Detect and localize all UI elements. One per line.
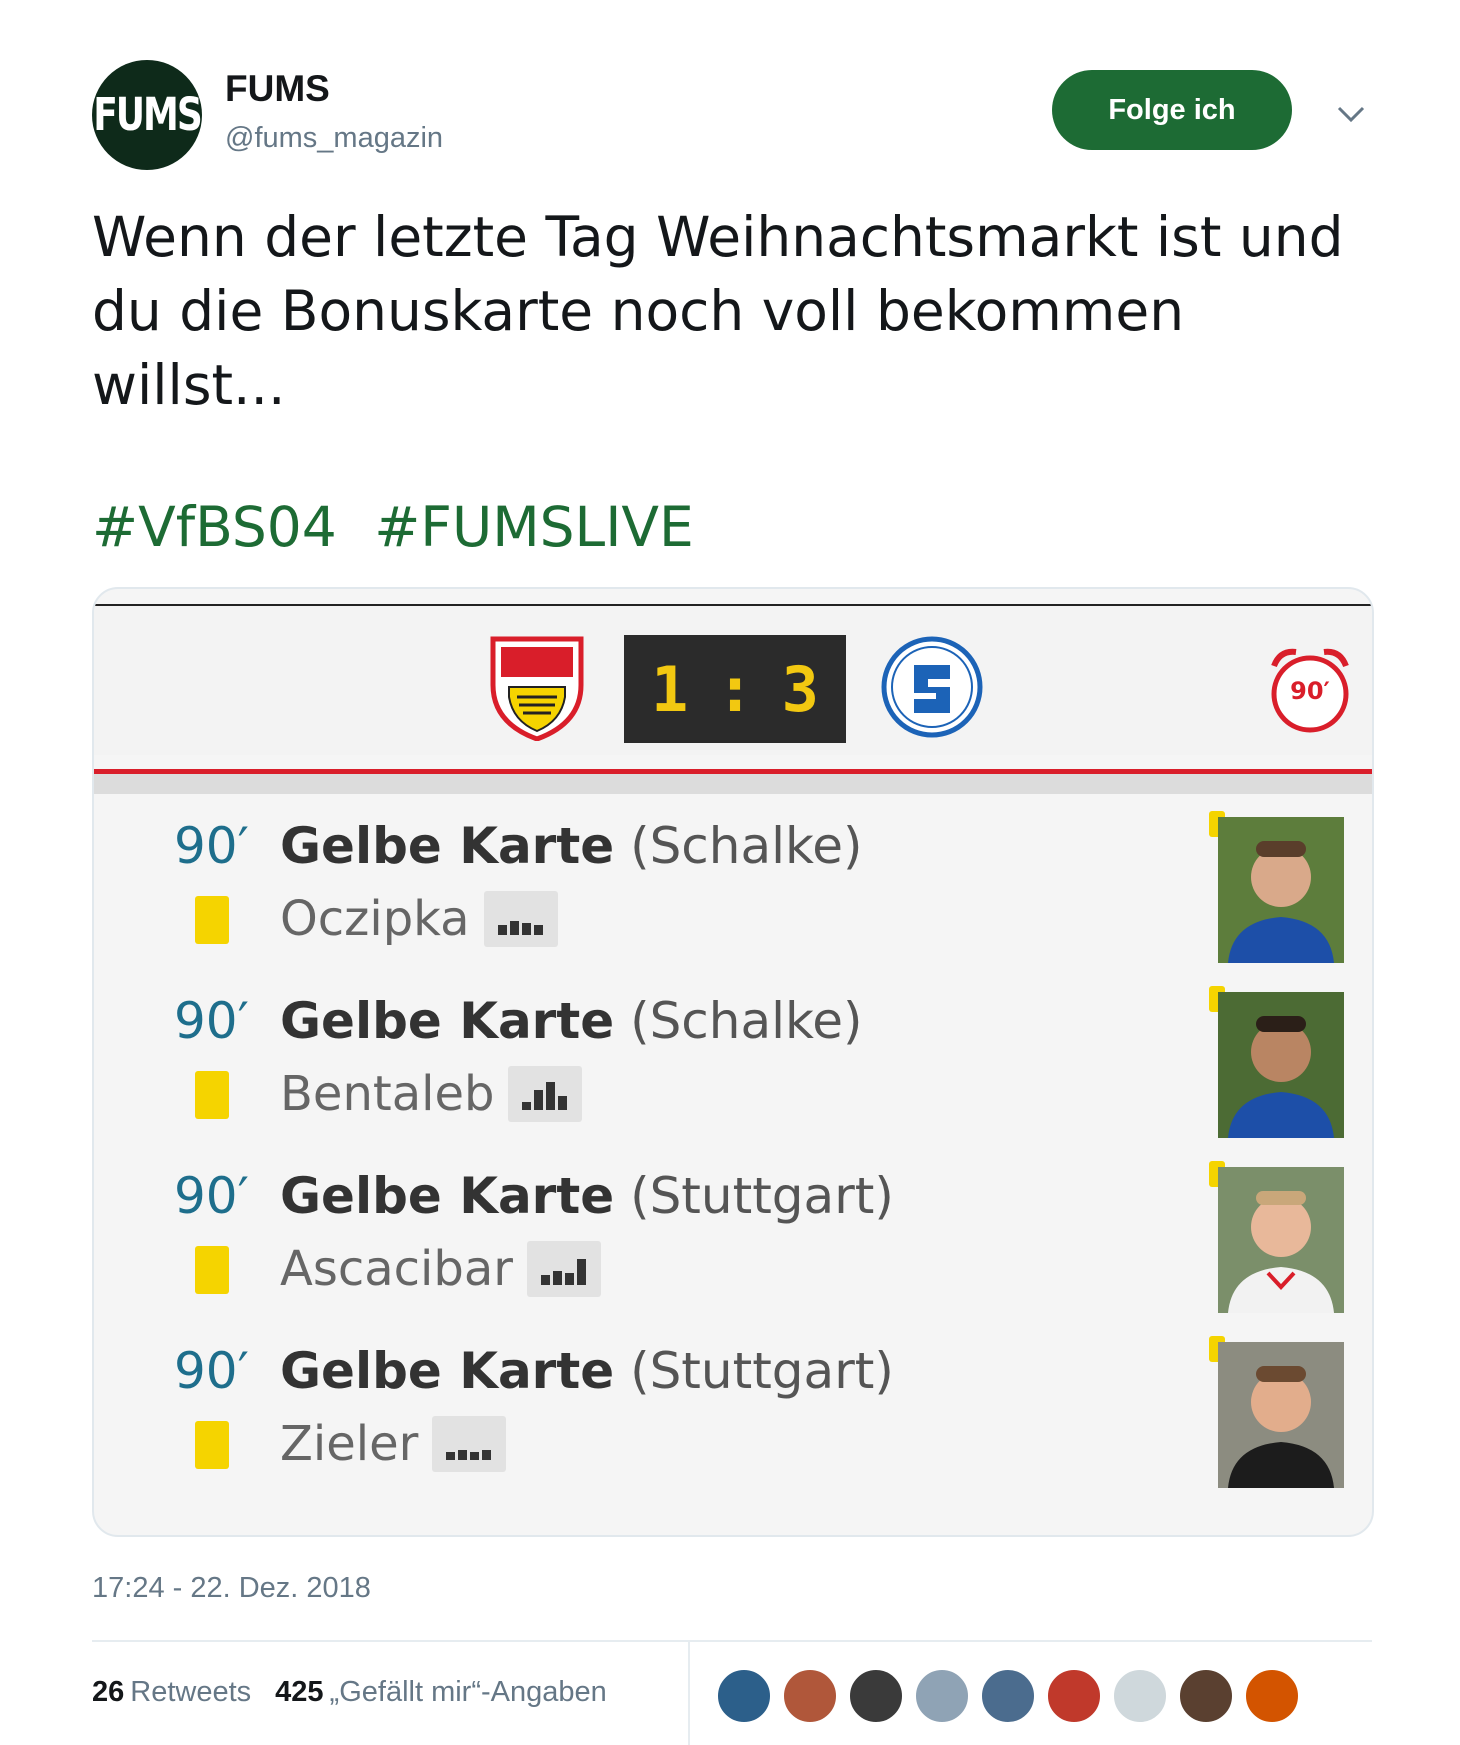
player-name[interactable]: Zieler [280,1416,418,1472]
engagement-stats: 26 Retweets 425 „Gefällt mir“-Angaben [92,1676,607,1709]
retweets-label: Retweets [130,1676,252,1708]
liker-avatar[interactable] [980,1668,1036,1724]
tweet-text: Wenn der letzte Tag Weihnachtsmarkt ist … [92,205,1344,417]
event-title: Gelbe Karte (Schalke) [280,992,862,1050]
schalke-04-crest-icon [881,636,983,738]
event-minute: 90′ [174,992,249,1050]
stats-chart-icon[interactable] [508,1066,583,1122]
liker-avatar[interactable] [1178,1668,1234,1724]
event-minute: 90′ [174,1167,249,1225]
liker-avatar[interactable] [914,1668,970,1724]
likes-label: „Gefällt mir“-Angaben [329,1676,607,1708]
player-photo [1218,992,1344,1138]
event-player: Bentaleb [280,1066,583,1122]
stats-chart-icon[interactable] [432,1416,507,1472]
event-type: Gelbe Karte [280,1167,615,1225]
event-minute: 90′ [174,817,249,875]
following-button[interactable]: Folge ich [1052,70,1292,150]
hashtag-link[interactable]: #VfBS04 [92,495,337,559]
event-player: Oczipka [280,891,558,947]
event-player: Zieler [280,1416,507,1472]
liker-avatar[interactable] [716,1668,772,1724]
player-photo [1218,1167,1344,1313]
stats-chart-icon[interactable] [527,1241,601,1297]
event-team: (Stuttgart) [630,1167,894,1225]
likes-stat[interactable]: 425 „Gefällt mir“-Angaben [275,1676,607,1709]
chevron-down-icon[interactable] [1335,98,1367,130]
avatar-text: FUMS [93,89,203,141]
score-display: 1 : 3 [624,635,846,743]
event-type: Gelbe Karte [280,1342,615,1400]
player-photo [1218,817,1344,963]
liker-avatar[interactable] [1046,1668,1102,1724]
player-name[interactable]: Ascacibar [280,1241,513,1297]
yellow-card-icon [195,1246,229,1294]
event-title: Gelbe Karte (Stuttgart) [280,1167,894,1225]
event-minute: 90′ [174,1342,249,1400]
likes-count: 425 [275,1676,324,1708]
event-type: Gelbe Karte [280,992,615,1050]
liker-avatar[interactable] [1112,1668,1168,1724]
home-score: 1 [651,652,689,726]
event-row: 90′ Gelbe Karte (Stuttgart) Zieler [94,1324,1372,1499]
profile-avatar[interactable]: FUMS [92,60,203,170]
player-photo [1218,1342,1344,1488]
event-player: Ascacibar [280,1241,601,1297]
event-team: (Schalke) [630,817,863,875]
hashtag-row: #VfBS04 #FUMSLIVE [92,495,714,559]
away-score: 3 [781,652,819,726]
event-team: (Schalke) [630,992,863,1050]
yellow-card-icon [195,1071,229,1119]
footer-divider [92,1640,1372,1642]
clock-minute-label: 90′ [1290,677,1330,705]
event-row: 90′ Gelbe Karte (Schalke) Oczipka [94,799,1372,974]
event-title: Gelbe Karte (Schalke) [280,817,862,875]
player-name[interactable]: Oczipka [280,891,470,947]
tweet-timestamp[interactable]: 17:24 - 22. Dez. 2018 [92,1572,371,1605]
yellow-card-icon [195,896,229,944]
account-handle[interactable]: @fums_magazin [225,122,443,155]
stats-chart-icon[interactable] [483,891,558,947]
footer-vertical-divider [688,1642,690,1745]
event-team: (Stuttgart) [630,1342,894,1400]
liker-avatar[interactable] [782,1668,838,1724]
event-title: Gelbe Karte (Stuttgart) [280,1342,894,1400]
media-card[interactable]: 1 : 3 90′ 90′ Gelbe Karte (Schalke) Oczi… [92,587,1374,1537]
event-type: Gelbe Karte [280,817,615,875]
score-separator: : [716,652,754,726]
retweets-stat[interactable]: 26 Retweets [92,1676,251,1709]
event-row: 90′ Gelbe Karte (Schalke) Bentaleb [94,974,1372,1149]
grey-band [94,774,1372,794]
retweets-count: 26 [92,1676,125,1708]
event-row: 90′ Gelbe Karte (Stuttgart) Ascacibar [94,1149,1372,1324]
account-name[interactable]: FUMS [225,68,330,110]
liker-avatar[interactable] [1244,1668,1300,1724]
hashtag-link[interactable]: #FUMSLIVE [374,495,694,559]
vfb-stuttgart-crest-icon [490,636,584,741]
liker-avatar[interactable] [848,1668,904,1724]
liker-avatars [716,1668,1300,1724]
yellow-card-icon [195,1421,229,1469]
player-name[interactable]: Bentaleb [280,1066,494,1122]
